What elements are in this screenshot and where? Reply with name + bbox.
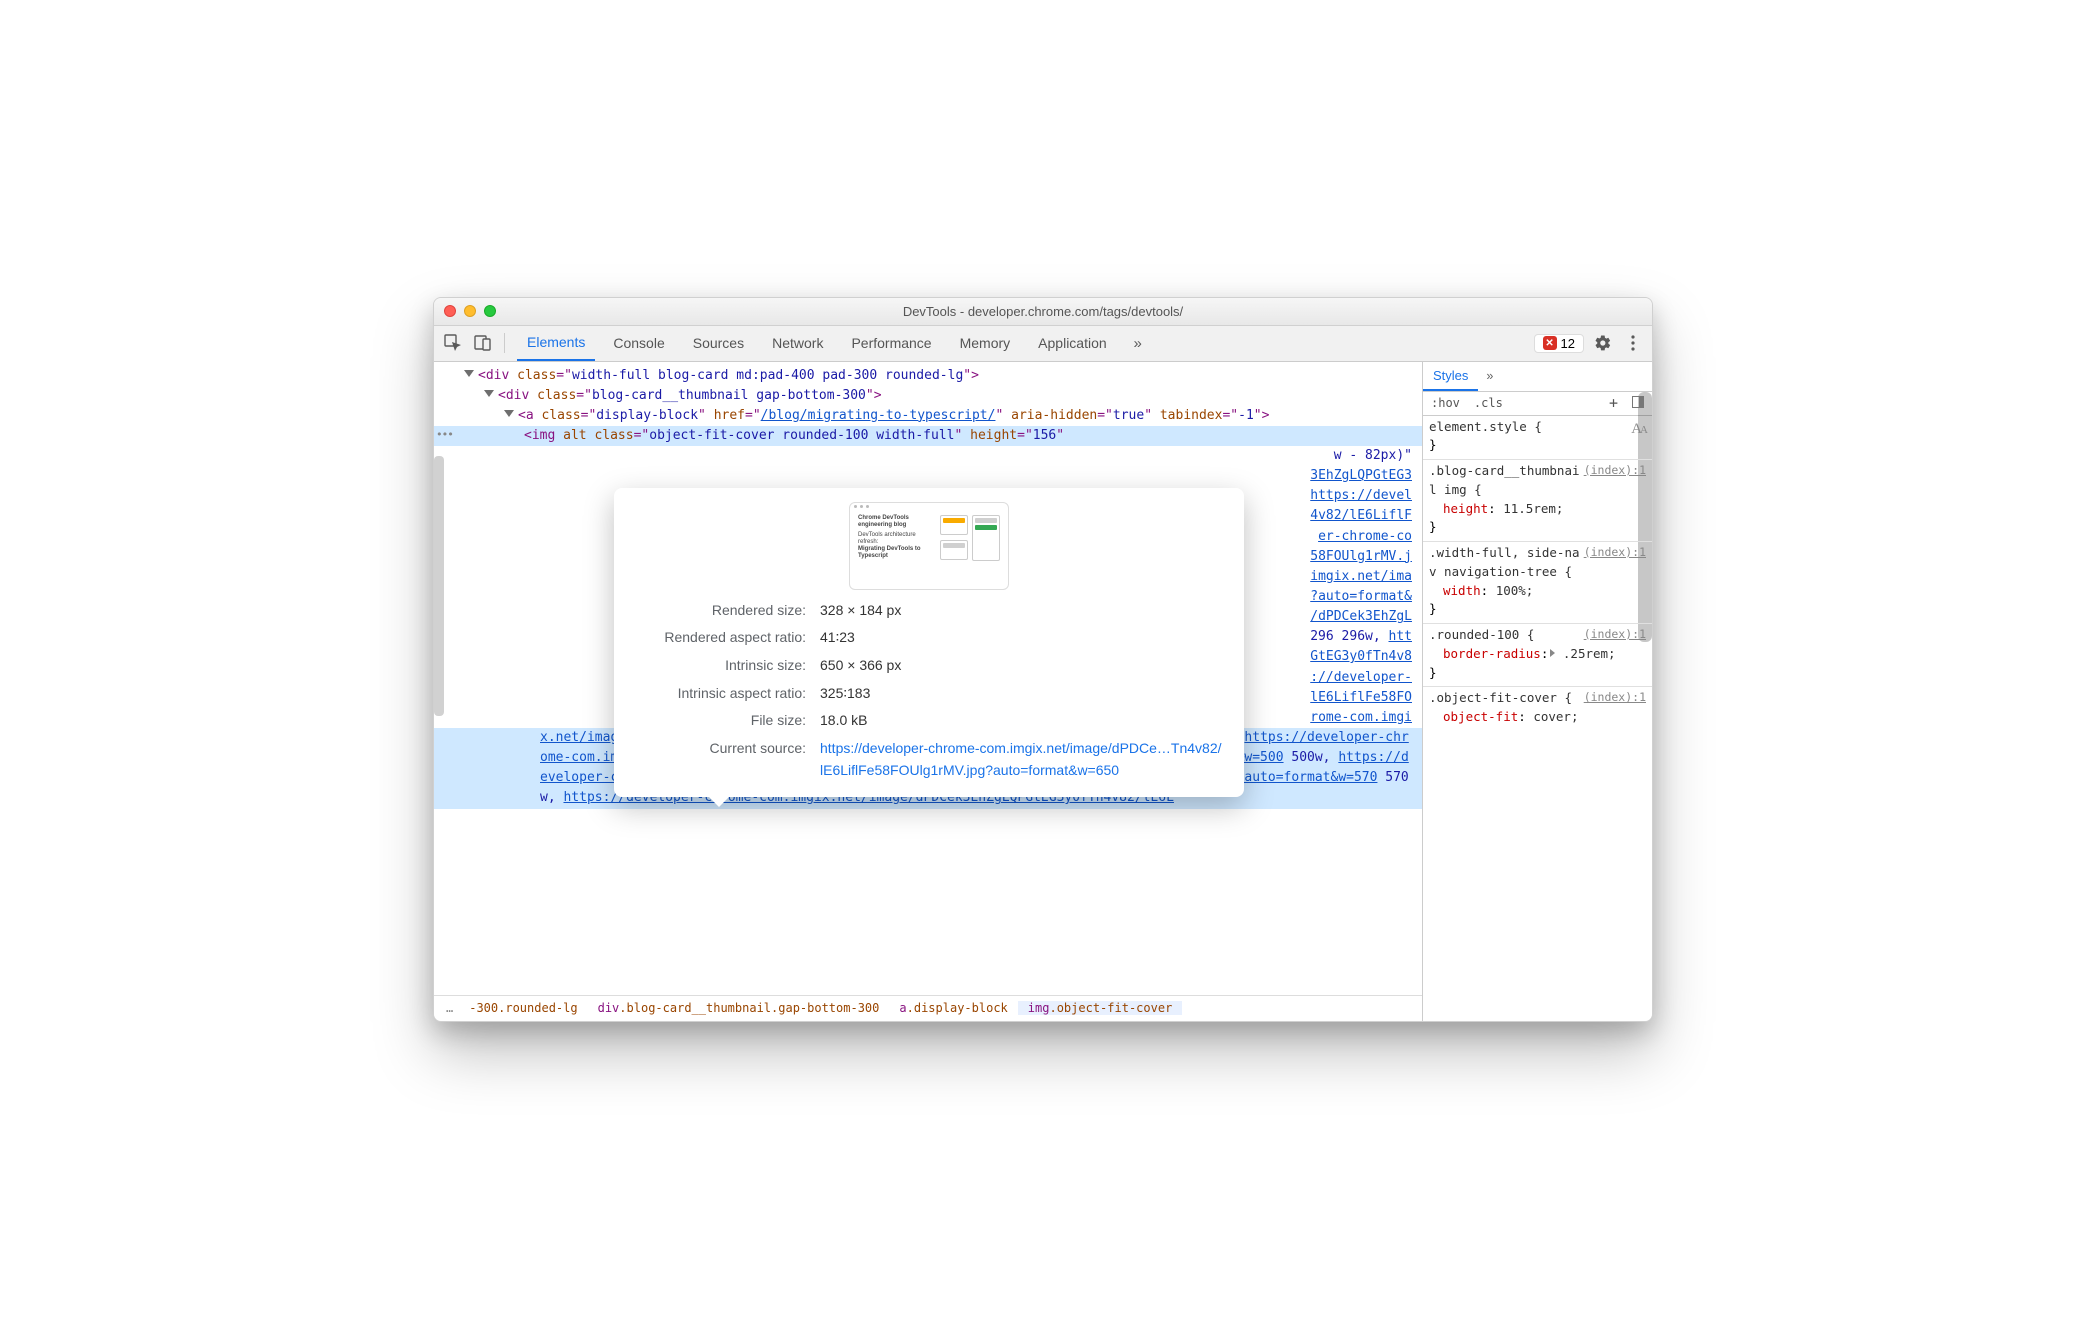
style-rules: AA element.style { } (index):1 .blog-car… <box>1423 416 1652 1021</box>
divider <box>504 333 505 353</box>
rule-source-link[interactable]: (index):1 <box>1584 626 1646 643</box>
tab-memory[interactable]: Memory <box>950 326 1021 361</box>
error-count-badge[interactable]: ✕ 12 <box>1534 334 1584 353</box>
panel-body: <div class="width-full blog-card md:pad-… <box>434 362 1652 1021</box>
image-info-popover: Chrome DevTools engineering blog DevTool… <box>614 488 1244 798</box>
current-source-value[interactable]: https://developer-chrome-com.imgix.net/i… <box>820 738 1222 781</box>
dom-node-a[interactable]: <a class="display-block" href="/blog/mig… <box>434 406 1422 426</box>
rule-source-link[interactable]: (index):1 <box>1584 462 1646 479</box>
tab-performance[interactable]: Performance <box>841 326 941 361</box>
zoom-window-button[interactable] <box>484 305 496 317</box>
rule-source-link[interactable]: (index):1 <box>1584 689 1646 706</box>
crumb-2[interactable]: div.blog-card__thumbnail.gap-bottom-300 <box>588 1001 890 1015</box>
rendered-size-value: 328 × 184 px <box>820 600 1222 622</box>
expand-shorthand-icon[interactable] <box>1550 649 1555 657</box>
crumb-1[interactable]: -300.rounded-lg <box>459 1001 587 1015</box>
styles-tabs-overflow-icon[interactable]: » <box>1478 369 1501 383</box>
rendered-ar-label: Rendered aspect ratio: <box>636 627 806 649</box>
inspect-element-icon[interactable] <box>438 328 468 358</box>
rule-source-link[interactable]: (index):1 <box>1584 544 1646 561</box>
crumb-3[interactable]: a.display-block <box>889 1001 1017 1015</box>
styles-toolbar: :hov .cls + <box>1423 392 1652 416</box>
error-icon: ✕ <box>1543 336 1557 350</box>
crumb-overflow-left[interactable]: … <box>440 1001 459 1015</box>
rendered-size-label: Rendered size: <box>636 600 806 622</box>
close-window-button[interactable] <box>444 305 456 317</box>
tab-network[interactable]: Network <box>762 326 833 361</box>
elements-panel: <div class="width-full blog-card md:pad-… <box>434 362 1422 1021</box>
breadcrumb: … -300.rounded-lg div.blog-card__thumbna… <box>434 995 1422 1021</box>
expand-toggle-icon[interactable] <box>484 390 494 397</box>
file-size-label: File size: <box>636 710 806 732</box>
dom-tree[interactable]: <div class="width-full blog-card md:pad-… <box>434 362 1422 995</box>
intrinsic-size-value: 650 × 366 px <box>820 655 1222 677</box>
new-style-rule-icon[interactable]: + <box>1605 394 1622 412</box>
tab-console[interactable]: Console <box>603 326 674 361</box>
cls-toggle[interactable]: .cls <box>1470 396 1507 410</box>
font-size-icon[interactable]: AA <box>1631 418 1646 441</box>
kebab-menu-icon[interactable] <box>1618 328 1648 358</box>
tab-elements[interactable]: Elements <box>517 326 595 361</box>
crumb-4-selected[interactable]: img.object-fit-cover <box>1018 1001 1183 1015</box>
styles-tabs: Styles » <box>1423 362 1652 392</box>
dom-node-div-blog-card[interactable]: <div class="width-full blog-card md:pad-… <box>434 366 1422 386</box>
minimize-window-button[interactable] <box>464 305 476 317</box>
error-count: 12 <box>1561 336 1575 351</box>
devtools-window: DevTools - developer.chrome.com/tags/dev… <box>433 297 1653 1022</box>
styles-panel: Styles » :hov .cls + AA element.style { … <box>1422 362 1652 1021</box>
hov-toggle[interactable]: :hov <box>1427 396 1464 410</box>
image-info-table: Rendered size: 328 × 184 px Rendered asp… <box>636 600 1222 782</box>
intrinsic-ar-label: Intrinsic aspect ratio: <box>636 683 806 705</box>
file-size-value: 18.0 kB <box>820 710 1222 732</box>
current-source-label: Current source: <box>636 738 806 781</box>
panel-tabs: Elements Console Sources Network Perform… <box>511 326 1123 361</box>
traffic-lights <box>444 305 496 317</box>
rule-element-style[interactable]: AA element.style { } <box>1423 416 1652 461</box>
settings-icon[interactable] <box>1588 328 1618 358</box>
intrinsic-ar-value: 325∶183 <box>820 683 1222 705</box>
device-toolbar-icon[interactable] <box>468 328 498 358</box>
tabs-overflow-icon[interactable]: » <box>1123 328 1153 358</box>
dom-node-img-selected[interactable]: ••• <img alt class="object-fit-cover rou… <box>434 426 1422 446</box>
window-title: DevTools - developer.chrome.com/tags/dev… <box>444 304 1642 319</box>
dom-node-div-thumbnail[interactable]: <div class="blog-card__thumbnail gap-bot… <box>434 386 1422 406</box>
expand-toggle-icon[interactable] <box>464 370 474 377</box>
rule-object-fit-cover[interactable]: (index):1 .object-fit-cover { object-fit… <box>1423 687 1652 731</box>
expand-toggle-icon[interactable] <box>504 410 514 417</box>
intrinsic-size-label: Intrinsic size: <box>636 655 806 677</box>
rule-width-full[interactable]: (index):1 .width-full, side-nav navigati… <box>1423 542 1652 624</box>
tab-styles[interactable]: Styles <box>1423 362 1478 391</box>
rule-blog-card-thumbnail-img[interactable]: (index):1 .blog-card__thumbnail img { he… <box>1423 460 1652 542</box>
gutter-overflow-icon: ••• <box>434 426 453 443</box>
rule-rounded-100[interactable]: (index):1 .rounded-100 { border-radius: … <box>1423 624 1652 687</box>
rendered-ar-value: 41∶23 <box>820 627 1222 649</box>
titlebar: DevTools - developer.chrome.com/tags/dev… <box>434 298 1652 326</box>
tab-application[interactable]: Application <box>1028 326 1117 361</box>
image-preview: Chrome DevTools engineering blog DevTool… <box>849 502 1009 590</box>
tab-sources[interactable]: Sources <box>683 326 754 361</box>
devtools-tabbar: Elements Console Sources Network Perform… <box>434 326 1652 362</box>
